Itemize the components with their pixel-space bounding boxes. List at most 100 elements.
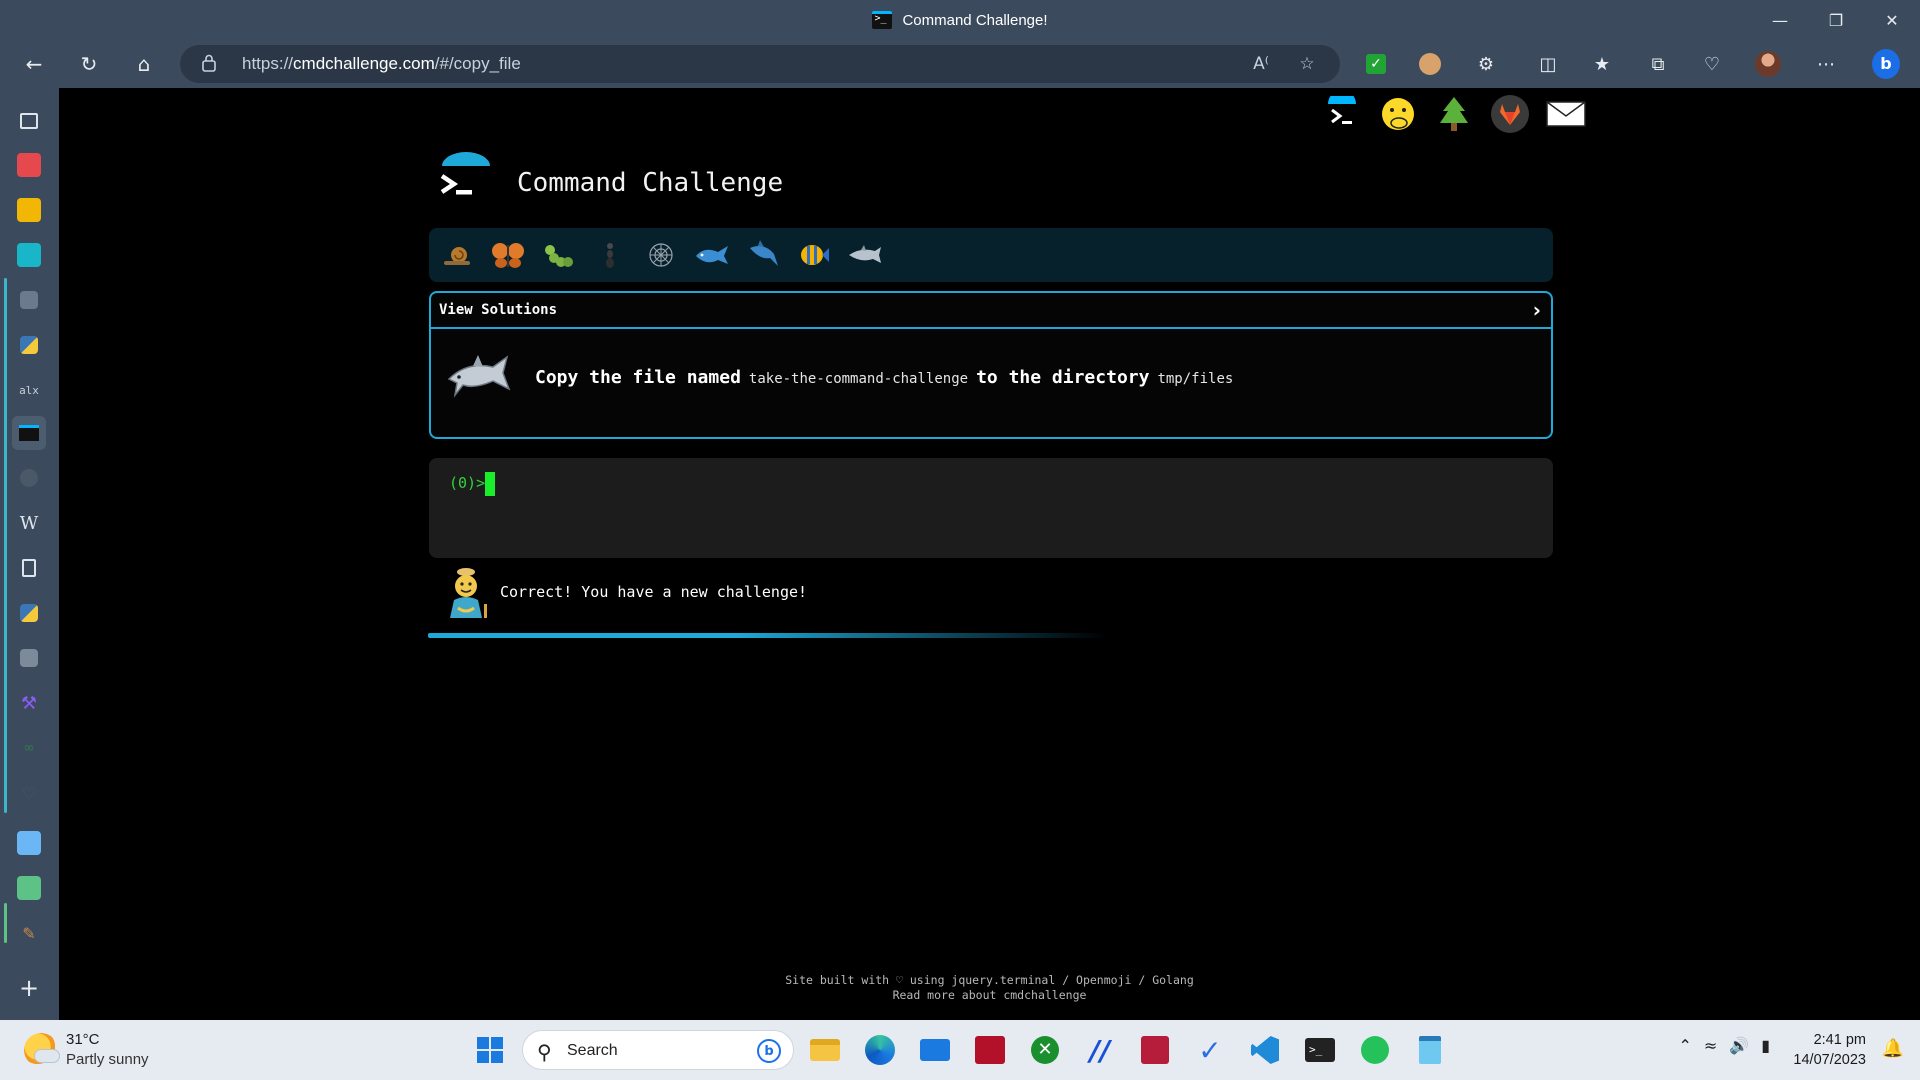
challenge-text: Copy the file named take-the-command-chal…: [535, 367, 1241, 388]
checkmark-extension-icon[interactable]: ✓: [1362, 50, 1390, 78]
url-host: cmdchallenge.com: [293, 54, 435, 73]
envelope-icon[interactable]: [1544, 92, 1588, 136]
tropical-fish-icon[interactable]: [796, 237, 832, 273]
sidebar-notes-icon[interactable]: ✎: [12, 916, 46, 950]
minimize-icon[interactable]: —: [1752, 0, 1808, 40]
spider-web-icon[interactable]: [643, 237, 679, 273]
todo-icon[interactable]: ✓: [1192, 1032, 1228, 1068]
challenge-filename: take-the-command-challenge: [748, 370, 969, 387]
sidebar-app-yellow-icon[interactable]: [12, 193, 46, 227]
favorite-star-icon[interactable]: ☆: [1296, 53, 1318, 75]
snail-icon[interactable]: [439, 237, 475, 273]
gitlab-icon[interactable]: [1488, 92, 1532, 136]
volume-icon[interactable]: 🔊: [1729, 1036, 1749, 1055]
browser-navbar: ← ↻ ⌂ https://cmdchallenge.com/#/copy_fi…: [0, 40, 1920, 88]
terminal-icon[interactable]: >_: [1302, 1032, 1338, 1068]
url-path: /#/copy_file: [434, 54, 521, 73]
notification-bell-icon[interactable]: 🔔: [1882, 1038, 1904, 1059]
shark-icon[interactable]: [745, 237, 781, 273]
sidebar-alx-icon[interactable]: alx: [12, 373, 46, 407]
face-with-hand-over-mouth-icon[interactable]: [1376, 92, 1420, 136]
sidebar-wikipedia-icon[interactable]: W: [12, 506, 46, 540]
page-title: Command Challenge: [517, 168, 784, 198]
vscode-icon[interactable]: [1247, 1032, 1283, 1068]
sidebar-link-icon[interactable]: ∞: [12, 731, 46, 765]
sidebar-cmdchallenge-icon[interactable]: [12, 416, 46, 450]
read-aloud-icon[interactable]: A⁽: [1250, 53, 1272, 75]
dolphin-icon[interactable]: [847, 237, 883, 273]
extensions-icon[interactable]: ⚙: [1472, 50, 1500, 78]
butterfly-icon[interactable]: [490, 237, 526, 273]
wifi-icon[interactable]: ≈: [1704, 1036, 1717, 1055]
taskbar-search-placeholder: Search: [567, 1042, 618, 1059]
battery-icon[interactable]: ▮: [1761, 1036, 1770, 1055]
collections-icon[interactable]: ⧉: [1644, 50, 1672, 78]
sidebar-reader-icon[interactable]: [12, 283, 46, 317]
challenge-text-before: Copy the file named: [535, 366, 741, 388]
red-app-icon[interactable]: [972, 1032, 1008, 1068]
more-options-icon[interactable]: ⋯: [1812, 50, 1840, 78]
terminal-prompt: (0)>: [449, 474, 486, 492]
add-sidebar-app-icon[interactable]: +: [12, 971, 46, 1005]
window-title: Command Challenge!: [902, 11, 1048, 29]
chevron-right-icon[interactable]: ›: [1533, 298, 1541, 322]
url-text[interactable]: https://cmdchallenge.com/#/copy_file: [242, 45, 521, 83]
search-icon: ⚲: [537, 1040, 552, 1064]
sidebar-heart-icon[interactable]: ♡: [12, 776, 46, 810]
glasses-extension-icon[interactable]: [1416, 50, 1444, 78]
back-icon[interactable]: ←: [16, 46, 52, 82]
footer-credits[interactable]: Site built with ♡ using jquery.terminal …: [59, 973, 1920, 988]
sidebar-app-teal-icon[interactable]: [12, 238, 46, 272]
sidebar-pick-icon[interactable]: ⚒: [12, 686, 46, 720]
favorites-icon[interactable]: ★: [1588, 50, 1616, 78]
close-icon[interactable]: ✕: [1864, 0, 1920, 40]
tab-actions-icon[interactable]: [12, 104, 46, 138]
mendeley-icon[interactable]: [1137, 1032, 1173, 1068]
refresh-icon[interactable]: ↻: [71, 46, 107, 82]
mail-icon[interactable]: [917, 1032, 953, 1068]
split-screen-icon[interactable]: ◫: [1534, 50, 1562, 78]
whatsapp-icon[interactable]: [1357, 1032, 1393, 1068]
view-solutions-toggle[interactable]: View Solutions ›: [431, 293, 1551, 329]
address-bar[interactable]: https://cmdchallenge.com/#/copy_file A⁽ …: [180, 45, 1340, 83]
sidebar-document-icon[interactable]: [12, 551, 46, 585]
window-controls: — ❐ ✕: [1752, 0, 1920, 40]
system-tray: ⌃ ≈ 🔊 ▮: [1678, 1036, 1770, 1055]
view-solutions-label: View Solutions: [439, 302, 558, 318]
browser-essentials-icon[interactable]: ♡: [1698, 50, 1726, 78]
home-icon[interactable]: ⌂: [126, 46, 162, 82]
caterpillar-icon[interactable]: [541, 237, 577, 273]
start-windows-icon[interactable]: [472, 1032, 508, 1068]
weather-widget[interactable]: 31°C Partly sunny: [24, 1030, 149, 1070]
terminal-logo-icon[interactable]: [1320, 92, 1364, 136]
windows-taskbar: 31°C Partly sunny ⚲ Search b ✕ // ✓ >_ ⌃…: [0, 1020, 1920, 1080]
profile-avatar[interactable]: [1754, 50, 1782, 78]
ant-icon[interactable]: [592, 237, 628, 273]
bing-search-icon[interactable]: b: [757, 1039, 781, 1063]
file-explorer-icon[interactable]: [807, 1032, 843, 1068]
sidebar-github-icon[interactable]: [12, 461, 46, 495]
sidebar-app-blue-icon[interactable]: [12, 826, 46, 860]
whale-icon[interactable]: [694, 237, 730, 273]
taskbar-clock[interactable]: 2:41 pm 14/07/2023: [1793, 1030, 1866, 1070]
slash-app-icon[interactable]: //: [1082, 1032, 1118, 1068]
notepad-icon[interactable]: [1412, 1032, 1448, 1068]
terminal-input[interactable]: (0)>: [429, 458, 1553, 558]
sidebar-python-icon[interactable]: [12, 328, 46, 362]
challenge-dolphin-icon: [443, 349, 515, 405]
challenge-card: View Solutions › Copy the file named take…: [429, 291, 1553, 439]
taskbar-search[interactable]: ⚲ Search b: [522, 1030, 794, 1070]
sidebar-image-icon[interactable]: [12, 641, 46, 675]
xbox-icon[interactable]: ✕: [1027, 1032, 1063, 1068]
evergreen-tree-icon[interactable]: [1432, 92, 1476, 136]
footer-about-link[interactable]: Read more about cmdchallenge: [59, 988, 1920, 1003]
sidebar-group-bar: [4, 278, 7, 813]
sidebar-app-green-icon[interactable]: [12, 871, 46, 905]
restore-icon[interactable]: ❐: [1808, 0, 1864, 40]
bing-chat-icon[interactable]: b: [1872, 49, 1900, 79]
sidebar-app-red-icon[interactable]: [12, 148, 46, 182]
challenge-description: Copy the file named take-the-command-chal…: [443, 349, 1241, 405]
show-hidden-icons-chevron-icon[interactable]: ⌃: [1678, 1036, 1691, 1055]
sidebar-python2-icon[interactable]: [12, 596, 46, 630]
edge-browser-icon[interactable]: [862, 1032, 898, 1068]
